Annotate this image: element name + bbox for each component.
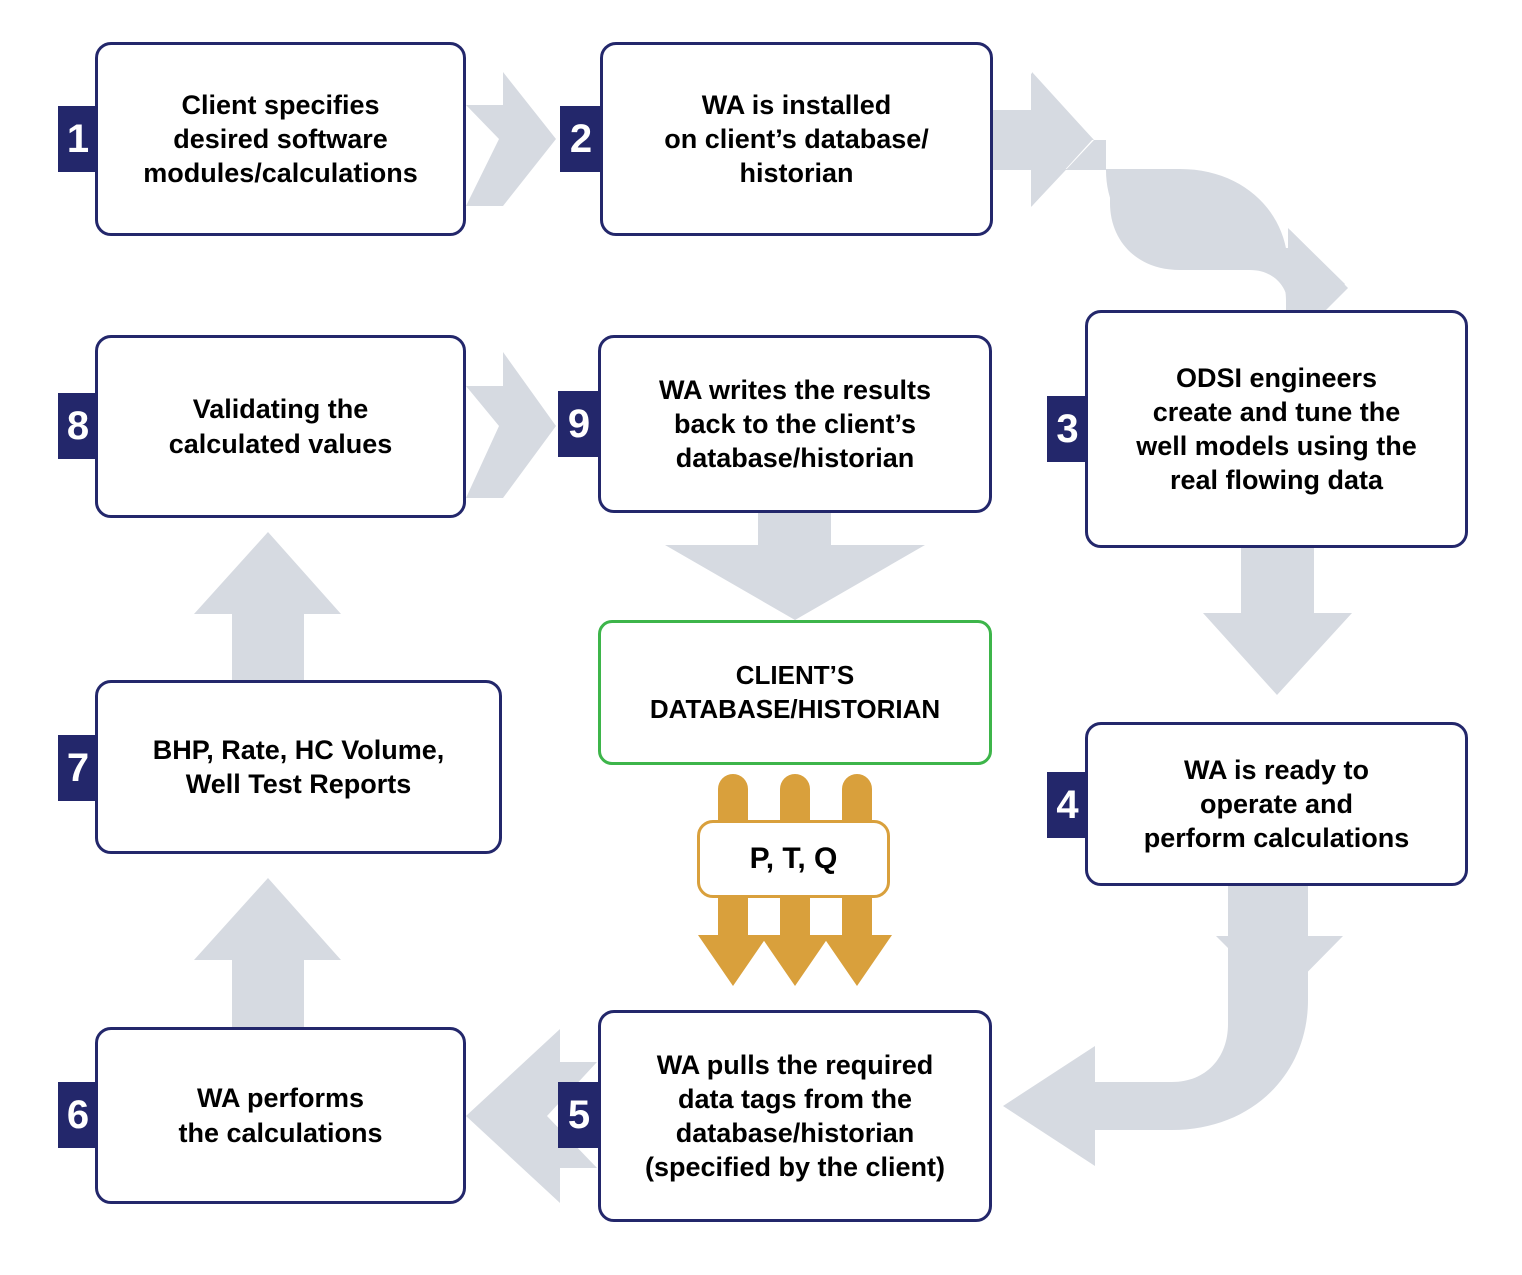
step-box-8[interactable]: Validating the calculated values: [95, 335, 466, 518]
step-5-label: WA pulls the required data tags from the…: [644, 1049, 946, 1183]
step-2-number: 2: [569, 117, 593, 161]
step-6-label: WA performs the calculations: [178, 1083, 383, 1148]
step-1-number-badge: 1: [58, 106, 98, 172]
step-3-number: 3: [1056, 407, 1079, 451]
step-1-number: 1: [66, 117, 90, 161]
step-1-label: Client specifies desired software module…: [143, 89, 418, 188]
step-7-number: 7: [66, 746, 90, 790]
arrow-step2-to-step3-shape: [996, 73, 1348, 346]
step-6-number: 6: [66, 1093, 90, 1137]
step-6-number-badge: 6: [58, 1082, 98, 1148]
arrow-step6-to-step7: [194, 878, 341, 1028]
step-5-number: 5: [567, 1093, 591, 1137]
step-2-number-badge: 2: [560, 106, 602, 172]
arrow-step8-to-step9: [466, 352, 556, 498]
step-box-5[interactable]: WA pulls the required data tags from the…: [598, 1010, 992, 1222]
client-database-historian-box[interactable]: CLIENT’S DATABASE/HISTORIAN: [598, 620, 992, 765]
arrow-step4-to-step5-curve: [1003, 886, 1308, 1166]
step-box-3[interactable]: ODSI engineers create and tune the well …: [1085, 310, 1468, 548]
step-3-label: ODSI engineers create and tune the well …: [1136, 362, 1417, 496]
arrow-step1-to-step2: [466, 72, 556, 206]
step-7-number-badge: 7: [58, 735, 98, 801]
step-8-label: Validating the calculated values: [168, 394, 393, 459]
step-box-2[interactable]: WA is installed on client’s database/ hi…: [600, 42, 993, 236]
step-3-number-badge: 3: [1047, 396, 1088, 462]
arrow-step7-to-step8: [194, 532, 341, 680]
step-2-label: WA is installed on client’s database/ hi…: [664, 89, 929, 188]
arrow-step4-to-step5: [1216, 886, 1343, 1000]
step-box-6[interactable]: WA performs the calculations: [95, 1027, 466, 1204]
step-9-label: WA writes the results back to the client…: [658, 374, 932, 473]
arrow-step2-to-step3: [993, 72, 1345, 340]
step-box-4[interactable]: WA is ready to operate and perform calcu…: [1085, 722, 1468, 886]
flowchart-canvas: Client specifies desired software module…: [0, 0, 1522, 1275]
arrow-step9-to-database: [665, 513, 925, 620]
step-7-label: BHP, Rate, HC Volume, Well Test Reports: [152, 734, 445, 799]
step-box-7[interactable]: BHP, Rate, HC Volume, Well Test Reports: [95, 680, 502, 854]
step-4-label: WA is ready to operate and perform calcu…: [1143, 754, 1410, 853]
step-4-number: 4: [1056, 783, 1079, 827]
arrow-step3-to-step4: [1203, 548, 1352, 695]
step-4-number-badge: 4: [1047, 772, 1088, 838]
data-flow-ptq-label[interactable]: P, T, Q: [697, 820, 890, 898]
ptq-text: P, T, Q: [749, 842, 838, 875]
step-box-9[interactable]: WA writes the results back to the client…: [598, 335, 992, 513]
step-8-number-badge: 8: [58, 393, 98, 459]
step-8-number: 8: [66, 404, 90, 448]
step-9-number-badge: 9: [558, 391, 600, 457]
step-5-number-badge: 5: [558, 1082, 600, 1148]
step-box-1[interactable]: Client specifies desired software module…: [95, 42, 466, 236]
step-9-number: 9: [567, 402, 591, 446]
